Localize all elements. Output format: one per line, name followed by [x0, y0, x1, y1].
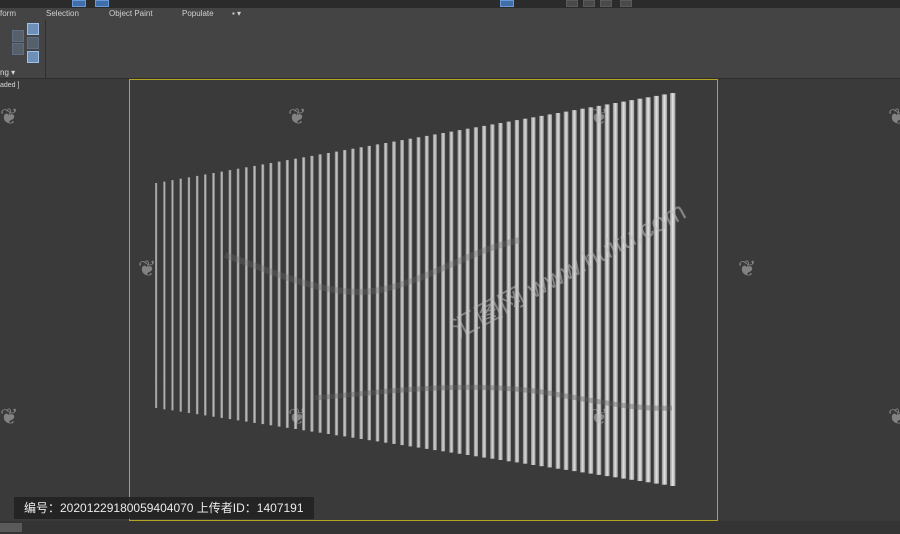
leaf-logo-icon: ❦: [0, 104, 19, 129]
leaf-logo-icon: ❦: [288, 404, 307, 429]
leaf-logo-icon: ❦: [138, 256, 157, 281]
image-id-caption: 编号：20201229180059404070 上传者ID：1407191: [14, 497, 314, 519]
leaf-logo-icon: ❦: [738, 256, 757, 281]
leaf-logo-icon: ❦: [288, 104, 307, 129]
scrollbar-thumb[interactable]: [0, 523, 22, 532]
bottom-scrollbar[interactable]: [0, 521, 900, 534]
leaf-logo-icon: ❦: [590, 104, 609, 129]
leaf-logo-icon: ❦: [888, 404, 900, 429]
leaf-logo-icon: ❦: [0, 404, 19, 429]
active-viewport-border: [129, 79, 718, 521]
leaf-logo-icon: ❦: [590, 404, 609, 429]
leaf-logo-icon: ❦: [888, 104, 900, 129]
